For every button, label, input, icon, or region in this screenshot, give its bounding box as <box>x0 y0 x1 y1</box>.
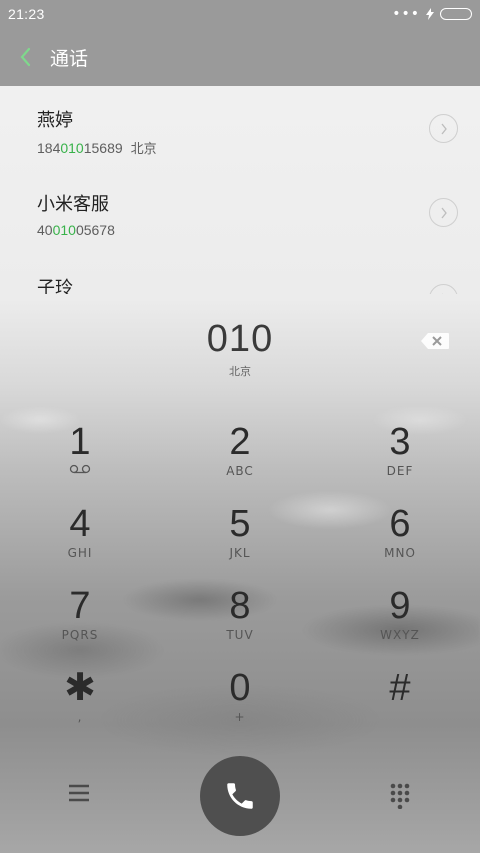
key-letters: , <box>77 710 83 724</box>
phone-icon <box>227 783 253 809</box>
contact-number: 18401015689 北京 <box>37 138 480 157</box>
charging-icon <box>426 8 434 20</box>
chevron-right-icon <box>440 293 443 294</box>
status-bar: 21:23 ••• <box>0 0 480 28</box>
battery-icon <box>440 8 472 20</box>
chevron-right-icon <box>440 207 447 218</box>
number-region: 北京 <box>229 365 251 378</box>
key-9[interactable]: 9 WXYZ <box>320 584 480 666</box>
back-button[interactable] <box>0 47 50 67</box>
key-digit: # <box>389 667 411 709</box>
key-letters: MNO <box>384 546 416 560</box>
number-match: 010 <box>60 140 84 156</box>
key-digit: 8 <box>229 585 251 627</box>
contact-row[interactable]: 子玲 <box>0 254 480 294</box>
key-0[interactable]: 0 + <box>160 666 320 748</box>
call-button[interactable] <box>200 756 280 836</box>
key-4[interactable]: 4 GHI <box>0 502 160 584</box>
key-5[interactable]: 5 JKL <box>160 502 320 584</box>
key-letters: TUV <box>226 628 254 642</box>
contact-name: 小米客服 <box>37 194 109 215</box>
key-letters: + <box>234 710 246 724</box>
contact-list: 燕婷 18401015689 北京 小米客服 4001005678 子玲 <box>0 86 480 294</box>
key-letters: PQRS <box>61 628 99 642</box>
number-suffix: 15689 <box>83 140 123 156</box>
key-letters: GHI <box>67 546 93 560</box>
key-6[interactable]: 6 MNO <box>320 502 480 584</box>
key-digit: 6 <box>389 503 411 545</box>
voicemail-icon <box>69 464 91 474</box>
keypad-toggle-button[interactable] <box>389 783 411 813</box>
keypad-icon <box>390 783 410 810</box>
key-digit: 2 <box>229 421 251 463</box>
key-1[interactable]: 1 <box>0 420 160 502</box>
dial-keypad: 1 2 ABC 3 DEF 4 GHI 5 JKL 6 MNO 7 PQRS 8… <box>0 420 480 748</box>
key-letters: DEF <box>386 464 414 478</box>
app-header: 通话 <box>0 28 480 86</box>
menu-icon <box>69 784 89 802</box>
contact-detail-button[interactable] <box>429 198 458 227</box>
bottom-bar <box>0 756 480 836</box>
dialed-number: 010 <box>206 318 274 360</box>
number-match: 010 <box>52 222 76 238</box>
number-suffix: 05678 <box>75 222 115 238</box>
key-digit: 1 <box>69 421 91 463</box>
key-hash[interactable]: # <box>320 666 480 748</box>
backspace-button[interactable] <box>420 332 450 354</box>
key-digit: 4 <box>69 503 91 545</box>
key-digit: ✱ <box>64 667 96 709</box>
key-3[interactable]: 3 DEF <box>320 420 480 502</box>
chevron-left-icon <box>20 47 31 67</box>
key-star[interactable]: ✱ , <box>0 666 160 748</box>
key-digit: 0 <box>229 667 251 709</box>
contact-name: 燕婷 <box>37 110 73 131</box>
number-prefix: 184 <box>37 140 61 156</box>
key-letters: ABC <box>226 464 254 478</box>
key-digit: 3 <box>389 421 411 463</box>
key-letters: JKL <box>229 546 251 560</box>
key-digit: 9 <box>389 585 411 627</box>
chevron-right-icon <box>440 123 447 134</box>
contact-detail-button[interactable] <box>429 114 458 143</box>
status-time: 21:23 <box>8 6 45 22</box>
menu-button[interactable] <box>68 783 90 807</box>
backspace-icon <box>421 333 449 349</box>
contact-name: 子玲 <box>37 278 73 294</box>
key-7[interactable]: 7 PQRS <box>0 584 160 666</box>
signal-dots: ••• <box>392 6 420 22</box>
key-letters: WXYZ <box>380 628 420 642</box>
key-2[interactable]: 2 ABC <box>160 420 320 502</box>
contact-location: 北京 <box>130 142 157 157</box>
number-prefix: 40 <box>37 222 53 238</box>
key-digit: 7 <box>69 585 91 627</box>
dial-display: 010 北京 <box>0 318 480 379</box>
contact-row[interactable]: 小米客服 4001005678 <box>0 170 480 254</box>
contact-number: 4001005678 <box>37 222 480 238</box>
key-digit: 5 <box>229 503 251 545</box>
page-title: 通话 <box>50 47 89 70</box>
contact-row[interactable]: 燕婷 18401015689 北京 <box>0 86 480 170</box>
key-8[interactable]: 8 TUV <box>160 584 320 666</box>
